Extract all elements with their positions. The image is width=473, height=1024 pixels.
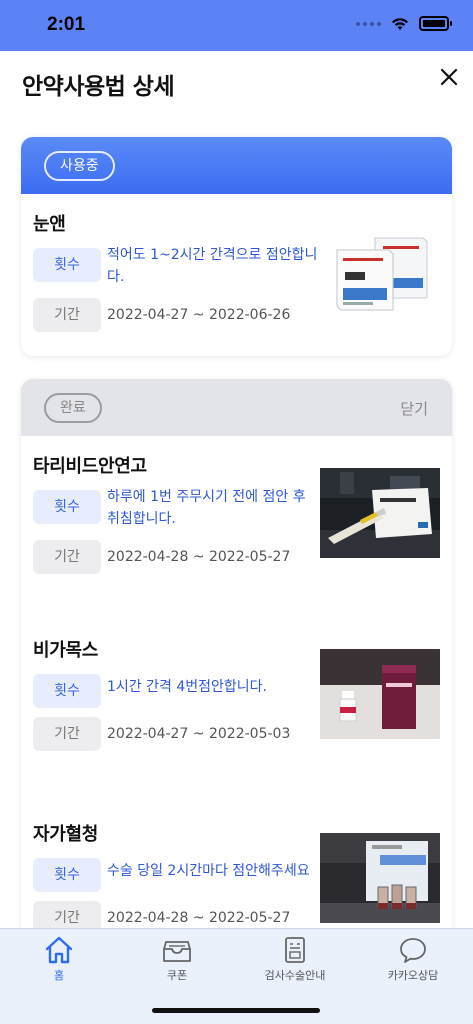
product-image-taribid xyxy=(320,468,440,558)
period-text: 2022-04-27 ~ 2022-05-03 xyxy=(107,726,291,742)
close-icon[interactable] xyxy=(439,67,459,87)
tab-label: 쿠폰 xyxy=(166,969,188,982)
instruction-text: 수술 당일 2시간마다 점안해주세요 xyxy=(107,863,310,879)
tab-label: 홈 xyxy=(53,969,65,982)
list-item[interactable]: 눈앤 횟수 적어도 1~2시간 간격으로 점안합니 다. 기간 2022-04-… xyxy=(21,194,452,354)
wifi-icon xyxy=(392,17,408,30)
list-item[interactable]: 타리비드안연고 횟수 하루에 1번 주무시기 전에 점안 후 취침합니다. 기간… xyxy=(21,436,452,596)
product-image-nunaen xyxy=(331,232,443,316)
status-icons xyxy=(356,16,452,31)
chat-bubble-icon xyxy=(400,938,426,963)
signal-icon xyxy=(356,21,381,26)
status-bar: 2:01 xyxy=(0,0,473,51)
tab-kakao-consult[interactable]: 카카오상담 xyxy=(354,935,472,983)
list-item[interactable]: 비가목스 횟수 1시간 간격 4번점안합니다. 기간 2022-04-27 ~ … xyxy=(21,620,452,780)
status-badge-active: 사용중 xyxy=(44,151,115,181)
period-text: 2022-04-28 ~ 2022-05-27 xyxy=(107,549,291,565)
period-text: 2022-04-27 ~ 2022-06-26 xyxy=(107,307,291,323)
instruction-text: 1시간 간격 4번점안합니다. xyxy=(107,679,267,695)
content-area[interactable]: 사용중 눈앤 횟수 적어도 1~2시간 간격으로 점안합니 다. 기간 2022… xyxy=(0,126,473,928)
list-item[interactable]: 자가혈청 횟수 수술 당일 2시간마다 점안해주세요 기간 2022-04-28… xyxy=(21,804,452,928)
status-badge-done: 완료 xyxy=(44,393,102,423)
drug-name: 비가목스 xyxy=(33,640,99,661)
collapse-button[interactable]: 닫기 xyxy=(400,398,428,419)
home-indicator xyxy=(152,1008,320,1013)
period-tag: 기간 xyxy=(33,717,101,751)
instruction-text: 적어도 1~2시간 간격으로 점안합니 다. xyxy=(107,247,318,285)
count-tag: 횟수 xyxy=(33,248,101,282)
completed-card-header: 완료 닫기 xyxy=(21,379,452,436)
period-tag: 기간 xyxy=(33,298,101,332)
drug-name: 자가혈청 xyxy=(33,824,99,845)
page-title: 안약사용법 상세 xyxy=(22,74,175,100)
period-text: 2022-04-28 ~ 2022-05-27 xyxy=(107,910,291,926)
status-time: 2:01 xyxy=(47,14,86,35)
product-image-vigamox xyxy=(320,649,440,739)
product-image-autologous-serum xyxy=(320,833,440,923)
count-tag: 횟수 xyxy=(33,490,101,524)
tab-home[interactable]: 홈 xyxy=(0,935,118,983)
page-header: 안약사용법 상세 xyxy=(0,51,473,126)
drug-name: 눈앤 xyxy=(33,214,66,235)
document-icon xyxy=(285,937,305,963)
active-card: 사용중 눈앤 횟수 적어도 1~2시간 간격으로 점안합니 다. 기간 2022… xyxy=(21,137,452,356)
period-tag: 기간 xyxy=(33,901,101,928)
tab-label: 카카오상담 xyxy=(387,969,439,982)
coupon-box-icon xyxy=(163,941,191,962)
home-icon xyxy=(45,936,73,964)
count-tag: 횟수 xyxy=(33,674,101,708)
tab-label: 검사수술안내 xyxy=(264,969,326,982)
count-tag: 횟수 xyxy=(33,858,101,892)
completed-card: 완료 닫기 타리비드안연고 횟수 하루에 1번 주무시기 전에 점안 후 취침합… xyxy=(21,379,452,928)
battery-icon xyxy=(419,16,452,31)
active-card-header: 사용중 xyxy=(21,137,452,194)
instruction-text: 하루에 1번 주무시기 전에 점안 후 취침합니다. xyxy=(107,489,306,527)
period-tag: 기간 xyxy=(33,540,101,574)
tab-exam-surgery-guide[interactable]: 검사수술안내 xyxy=(236,935,354,983)
drug-name: 타리비드안연고 xyxy=(33,456,147,477)
tab-coupon[interactable]: 쿠폰 xyxy=(118,935,236,983)
